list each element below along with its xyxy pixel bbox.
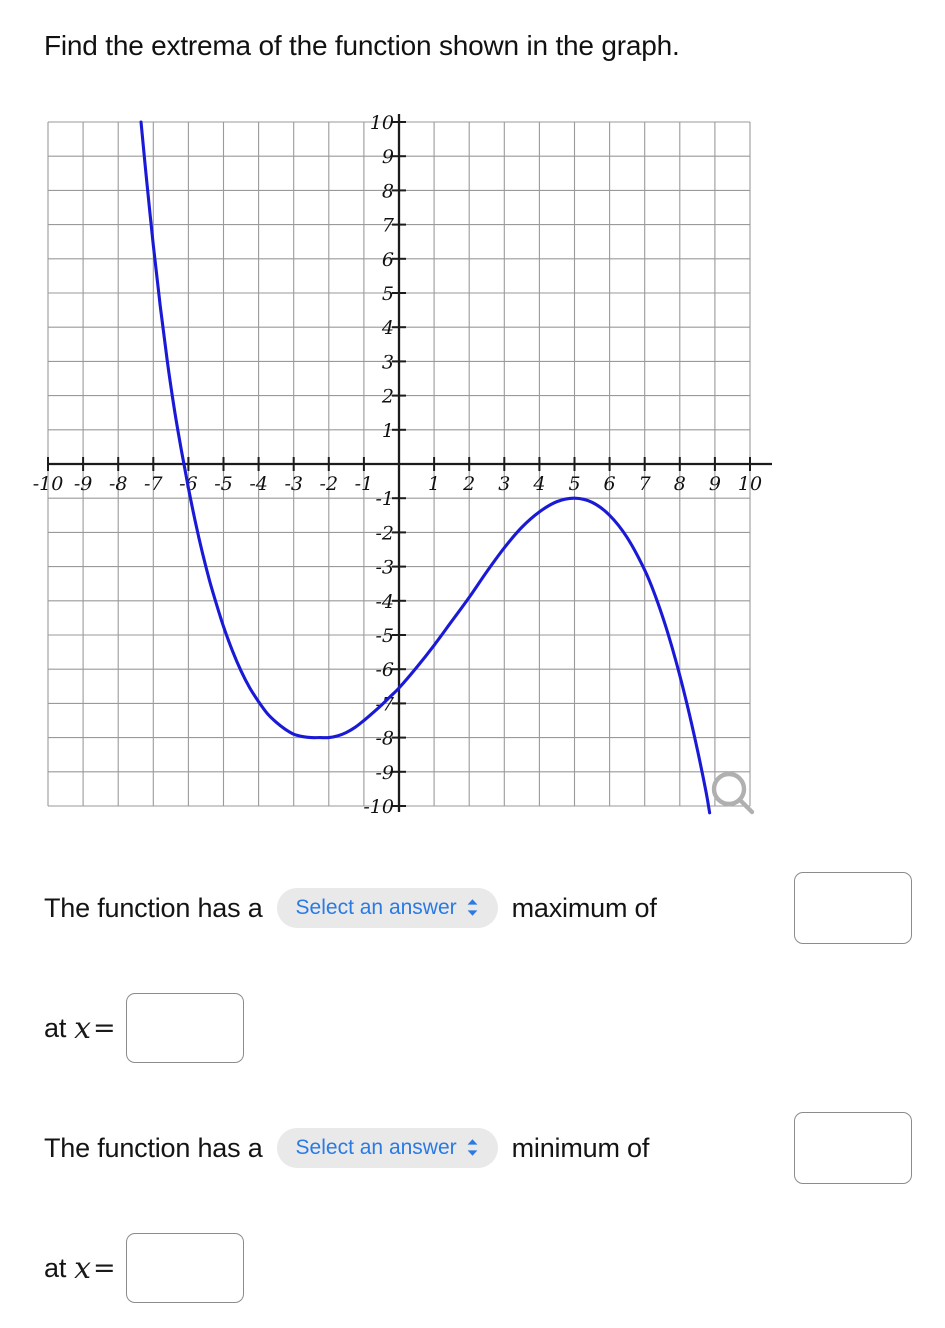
minimum-x-input[interactable]	[125, 1233, 244, 1303]
maximum-x-input[interactable]	[125, 993, 244, 1063]
select-maximum-type[interactable]: Select an answer	[276, 888, 498, 928]
svg-text:-5: -5	[375, 625, 394, 647]
svg-text:-2: -2	[320, 473, 339, 495]
svg-text:-4: -4	[375, 591, 394, 613]
svg-text:7: 7	[382, 215, 395, 237]
svg-text:8: 8	[674, 473, 686, 495]
chevron-up-down-icon	[467, 899, 478, 916]
equals-sign-maximum: =	[93, 1012, 116, 1044]
svg-text:2: 2	[462, 473, 475, 495]
svg-text:-7: -7	[144, 473, 163, 495]
svg-text:-1: -1	[355, 473, 374, 495]
svg-text:-8: -8	[109, 473, 128, 495]
answer-row-maximum: The function has a Select an answer maxi…	[0, 848, 945, 968]
x-tick-labels: -10 -9 -8 -7 -6 -5 -4 -3 -2 -1 1 2 3 4 5 6 7 8 9 10	[33, 473, 762, 495]
function-curve	[139, 120, 712, 815]
svg-text:-1: -1	[375, 488, 394, 510]
svg-text:1: 1	[382, 420, 394, 442]
svg-text:3: 3	[498, 473, 510, 495]
at-label-maximum: at	[44, 1012, 67, 1043]
answer-row-minimum-x: at x =	[0, 1208, 945, 1328]
minimum-value-wrap	[794, 1112, 945, 1184]
minimum-value-input[interactable]	[794, 1112, 912, 1184]
answer-section: The function has a Select an answer maxi…	[0, 848, 945, 1328]
at-label-minimum: at	[44, 1252, 67, 1283]
svg-text:-10: -10	[363, 796, 394, 818]
svg-text:6: 6	[382, 249, 394, 271]
svg-text:10: 10	[738, 473, 762, 495]
x-variable-minimum: x	[74, 1250, 92, 1286]
svg-text:-8: -8	[375, 728, 394, 750]
svg-text:1: 1	[428, 473, 440, 495]
equals-sign-minimum: =	[93, 1252, 116, 1284]
svg-text:7: 7	[639, 473, 652, 495]
svg-text:-2: -2	[375, 522, 394, 544]
svg-text:5: 5	[568, 473, 580, 495]
maximum-value-wrap	[794, 872, 945, 944]
svg-text:2: 2	[381, 386, 394, 408]
axis-lines	[48, 114, 772, 812]
maximum-lead-text: The function has a	[44, 892, 263, 923]
svg-text:6: 6	[604, 473, 616, 495]
svg-text:-6: -6	[375, 659, 394, 681]
svg-text:-9: -9	[375, 762, 394, 784]
svg-text:-4: -4	[249, 473, 268, 495]
graph-canvas: -10 -9 -8 -7 -6 -5 -4 -3 -2 -1 1 2 3 4 5 6 7 8 9 10 -10-9-8…	[33, 112, 772, 818]
svg-text:9: 9	[382, 146, 394, 168]
select-minimum-type-label: Select an answer	[295, 1136, 457, 1159]
answer-row-maximum-x: at x =	[0, 968, 945, 1088]
svg-text:10: 10	[370, 112, 394, 134]
svg-text:-3: -3	[375, 557, 394, 579]
svg-text:-10: -10	[33, 473, 64, 495]
svg-text:9: 9	[709, 473, 721, 495]
minimum-lead-text: The function has a	[44, 1132, 263, 1163]
select-maximum-type-label: Select an answer	[295, 896, 457, 919]
svg-text:-9: -9	[74, 473, 93, 495]
function-graph: -10 -9 -8 -7 -6 -5 -4 -3 -2 -1 1 2 3 4 5 6 7 8 9 10 -10 -9 -8…	[20, 100, 780, 825]
svg-text:4: 4	[532, 473, 545, 495]
svg-text:8: 8	[382, 180, 394, 202]
minimum-trail-text: minimum of	[511, 1132, 650, 1163]
chevron-up-down-icon	[467, 1139, 478, 1156]
svg-text:5: 5	[382, 283, 394, 305]
answer-row-minimum: The function has a Select an answer mini…	[0, 1088, 945, 1208]
maximum-value-input[interactable]	[794, 872, 912, 944]
maximum-trail-text: maximum of	[511, 892, 657, 923]
page-title: Find the extrema of the function shown i…	[44, 30, 680, 61]
svg-text:4: 4	[381, 317, 394, 339]
svg-text:-3: -3	[284, 473, 303, 495]
x-variable-maximum: x	[74, 1010, 92, 1046]
select-minimum-type[interactable]: Select an answer	[276, 1128, 498, 1168]
svg-text:3: 3	[382, 351, 394, 373]
svg-text:-5: -5	[214, 473, 233, 495]
